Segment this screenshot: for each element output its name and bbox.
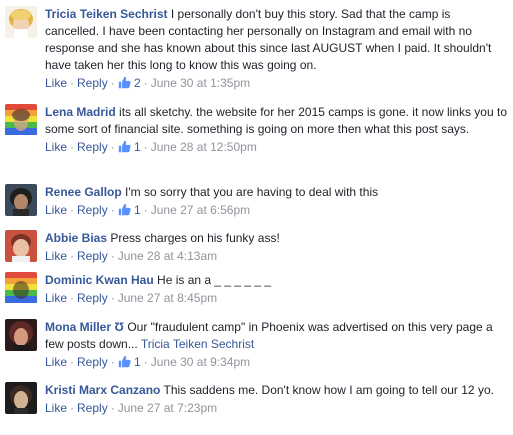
like-count-value: 1 — [134, 355, 141, 369]
like-count-value: 2 — [134, 76, 141, 90]
like-button[interactable]: Like — [45, 203, 67, 217]
comment-body: Tricia Teiken Sechrist I personally don'… — [45, 6, 507, 91]
mention-link[interactable]: Tricia Teiken Sechrist — [141, 337, 254, 351]
reply-button[interactable]: Reply — [77, 291, 108, 305]
comment: Dominic Kwan Hau He is an a _ _ _ _ _ _ … — [0, 268, 513, 312]
like-button[interactable]: Like — [45, 291, 67, 305]
comment-body: Kristi Marx Canzano This saddens me. Don… — [45, 382, 507, 416]
reply-button[interactable]: Reply — [77, 140, 108, 154]
avatar[interactable] — [5, 184, 37, 216]
comment-timestamp[interactable]: June 28 at 4:13am — [118, 249, 217, 263]
like-count-value: 1 — [134, 203, 141, 217]
comment-author[interactable]: Mona Miller — [45, 320, 111, 334]
comment-actions: Like · Reply · 1 · June 27 at 6:56pm — [45, 203, 251, 217]
comment-author[interactable]: Kristi Marx Canzano — [45, 383, 160, 397]
like-count-value: 1 — [134, 140, 141, 154]
comment-text: He is an a _ _ _ _ _ _ — [157, 273, 272, 287]
like-count[interactable]: 1 — [118, 140, 141, 154]
comment-actions: Like · Reply · June 28 at 4:13am — [45, 249, 218, 263]
comment: Lena Madrid its all sketchy. the website… — [0, 98, 513, 178]
comment-author[interactable]: Tricia Teiken Sechrist — [45, 7, 168, 21]
comment-text: Press charges on his funky ass! — [110, 231, 280, 245]
thumbs-up-icon — [118, 203, 131, 216]
like-button[interactable]: Like — [45, 249, 67, 263]
reply-button[interactable]: Reply — [77, 401, 108, 415]
comment-actions: Like · Reply · 2 · June 30 at 1:35pm — [45, 76, 251, 90]
reply-button[interactable]: Reply — [77, 355, 108, 369]
comment-timestamp[interactable]: June 27 at 6:56pm — [151, 203, 250, 217]
comment-text: This saddens me. Don't know how I am goi… — [163, 383, 494, 397]
comment: Abbie Bias Press charges on his funky as… — [0, 226, 513, 268]
comment-body: Lena Madrid its all sketchy. the website… — [45, 104, 507, 155]
comment-text: Our "fraudulent camp" in Phoenix was adv… — [45, 320, 493, 351]
avatar[interactable] — [5, 382, 37, 414]
comment-timestamp[interactable]: June 30 at 1:35pm — [151, 76, 250, 90]
avatar[interactable] — [5, 319, 37, 351]
comment: Tricia Teiken Sechrist I personally don'… — [0, 0, 513, 98]
avatar[interactable] — [5, 6, 37, 38]
like-count[interactable]: 1 — [118, 203, 141, 217]
comment-actions: Like · Reply · 1 · June 28 at 12:50pm — [45, 140, 257, 154]
comment-author[interactable]: Dominic Kwan Hau — [45, 273, 154, 287]
comment-body: Dominic Kwan Hau He is an a _ _ _ _ _ _ … — [45, 272, 507, 306]
comment: Mona Miller Ʊ Our "fraudulent camp" in P… — [0, 312, 513, 378]
comment-body: Abbie Bias Press charges on his funky as… — [45, 230, 507, 264]
comment-author[interactable]: Lena Madrid — [45, 105, 116, 119]
comment-timestamp[interactable]: June 27 at 7:23pm — [118, 401, 217, 415]
thumbs-up-icon — [118, 140, 131, 153]
comment-author[interactable]: Abbie Bias — [45, 231, 107, 245]
reply-button[interactable]: Reply — [77, 203, 108, 217]
avatar[interactable] — [5, 104, 37, 136]
comment-actions: Like · Reply · 1 · June 30 at 9:34pm — [45, 355, 251, 369]
like-button[interactable]: Like — [45, 355, 67, 369]
comment: Kristi Marx Canzano This saddens me. Don… — [0, 378, 513, 435]
thumbs-up-icon — [118, 76, 131, 89]
author-badge: Ʊ — [114, 320, 124, 334]
like-count[interactable]: 2 — [118, 76, 141, 90]
like-count[interactable]: 1 — [118, 355, 141, 369]
avatar[interactable] — [5, 272, 37, 304]
reply-button[interactable]: Reply — [77, 249, 108, 263]
comment-actions: Like · Reply · June 27 at 7:23pm — [45, 401, 218, 415]
like-button[interactable]: Like — [45, 401, 67, 415]
reply-button[interactable]: Reply — [77, 76, 108, 90]
comment-body: Mona Miller Ʊ Our "fraudulent camp" in P… — [45, 319, 507, 370]
comment-timestamp[interactable]: June 30 at 9:34pm — [151, 355, 250, 369]
like-button[interactable]: Like — [45, 140, 67, 154]
thumbs-up-icon — [118, 355, 131, 368]
comment-actions: Like · Reply · June 27 at 8:45pm — [45, 291, 218, 305]
comment-timestamp[interactable]: June 27 at 8:45pm — [118, 291, 217, 305]
like-button[interactable]: Like — [45, 76, 67, 90]
comment-timestamp[interactable]: June 28 at 12:50pm — [151, 140, 257, 154]
comment-body: Renee Gallop I'm so sorry that you are h… — [45, 184, 507, 218]
avatar[interactable] — [5, 230, 37, 262]
comment: Renee Gallop I'm so sorry that you are h… — [0, 178, 513, 226]
comment-text: I'm so sorry that you are having to deal… — [125, 185, 379, 199]
comment-author[interactable]: Renee Gallop — [45, 185, 122, 199]
